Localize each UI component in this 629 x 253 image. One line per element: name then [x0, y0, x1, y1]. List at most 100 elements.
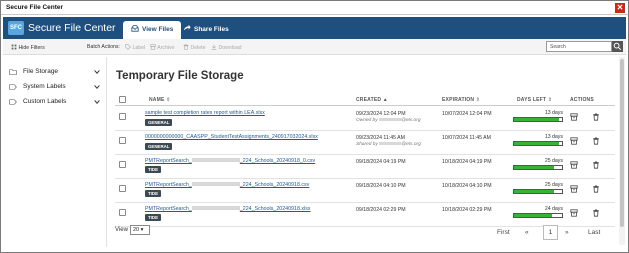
days-left-fill: [514, 142, 559, 145]
expiration-date: 10/07/2024 11:45 AM: [442, 135, 491, 141]
column-created[interactable]: CREATED ▲: [356, 97, 388, 103]
sidebar: File Storage System Labels Custom Labels: [3, 57, 107, 247]
table-row[interactable]: PMTReportSearch_ _224_Schools_20240918.xl…: [115, 203, 615, 227]
row-checkbox[interactable]: [119, 161, 126, 168]
trash-icon[interactable]: [592, 137, 600, 145]
file-name-prefix: PMTReportSearch_: [145, 158, 192, 164]
download-button[interactable]: Download: [211, 44, 242, 51]
days-left-text: 13 days: [544, 110, 563, 116]
sidebar-item-custom-labels[interactable]: Custom Labels: [9, 96, 103, 108]
toolbar: Hide Filters Batch Actions: Label Archiv…: [3, 39, 626, 55]
next-page-button[interactable]: »: [565, 229, 569, 236]
search-button[interactable]: [612, 41, 623, 52]
days-left-bar: [513, 165, 563, 170]
column-name[interactable]: NAME ⇕: [149, 97, 171, 103]
created-date: 09/18/2024 04:10 PM: [356, 183, 406, 189]
redacted-block: [379, 142, 402, 145]
archive-icon[interactable]: [570, 161, 578, 169]
days-left-fill: [514, 190, 554, 193]
trash-icon[interactable]: [592, 185, 600, 193]
archive-icon[interactable]: [570, 185, 578, 193]
row-checkbox[interactable]: [119, 209, 126, 216]
trash-icon[interactable]: [592, 209, 600, 217]
label-icon: [9, 84, 17, 90]
expiration-date: 10/18/2024 02:29 PM: [442, 207, 492, 213]
app-logo: SFC: [8, 21, 24, 35]
tab-share-files[interactable]: Share Files: [175, 21, 237, 39]
tag-icon: [125, 44, 131, 50]
tab-view-files[interactable]: View Files: [123, 21, 182, 39]
file-name-link[interactable]: sample test completion rates report with…: [145, 110, 265, 116]
chevron-down-icon[interactable]: [93, 98, 101, 106]
days-left-text: 25 days: [544, 182, 563, 188]
days-left-fill: [514, 118, 559, 121]
sidebar-item-file-storage[interactable]: File Storage: [9, 66, 103, 78]
days-left-text: 13 days: [544, 134, 563, 140]
tab-label: Share Files: [194, 26, 229, 33]
pagination-footer: View 20 ▾ First « 1 » Last: [115, 225, 615, 245]
row-checkbox[interactable]: [119, 185, 126, 192]
column-days-left[interactable]: DAYS LEFT ⇕: [517, 97, 552, 103]
file-name-link[interactable]: PMTReportSearch_ _224_Schools_20240918.xl…: [145, 206, 311, 212]
days-left-fill: [514, 214, 553, 217]
search-input[interactable]: Search: [546, 41, 612, 52]
table-row[interactable]: sample test completion rates report with…: [115, 107, 615, 131]
sort-icon: ⇕: [475, 97, 481, 103]
days-left-bar: [513, 189, 563, 194]
file-name-prefix: PMTReportSearch_: [145, 182, 192, 188]
current-page-button[interactable]: 1: [543, 225, 558, 240]
redacted-block: [191, 206, 240, 210]
chevron-down-icon[interactable]: [93, 68, 101, 76]
trash-icon[interactable]: [592, 161, 600, 169]
expiration-date: 10/18/2024 04:19 PM: [442, 159, 492, 165]
archive-icon[interactable]: [570, 137, 578, 145]
column-expiration[interactable]: EXPIRATION ⇕: [442, 97, 480, 103]
hide-filters-button[interactable]: Hide Filters: [11, 44, 45, 51]
first-page-button[interactable]: First: [497, 229, 510, 236]
sort-asc-icon: ▲: [382, 97, 388, 103]
tray-icon: [131, 25, 139, 32]
sidebar-item-system-labels[interactable]: System Labels: [9, 81, 103, 93]
trash-icon[interactable]: [592, 113, 600, 121]
delete-button[interactable]: Delete: [183, 44, 205, 51]
table-row[interactable]: 0000000000000_CAASPP_StudentTestAssignme…: [115, 131, 615, 155]
column-days-left-label: DAYS LEFT: [517, 97, 547, 103]
select-all-checkbox[interactable]: [119, 96, 126, 103]
label-button-text: Label: [132, 45, 146, 51]
label-button[interactable]: Label: [125, 44, 145, 51]
label-badge: TIDE: [145, 166, 162, 173]
app-header: SFC Secure File Center View Files Share …: [3, 17, 626, 39]
close-icon[interactable]: ✕: [615, 3, 625, 13]
chevron-down-icon: ▾: [140, 227, 144, 233]
vertical-scrollbar[interactable]: [619, 57, 625, 245]
app-window: Secure File Center ✕ SFC Secure File Cen…: [0, 0, 629, 253]
scrollbar-thumb[interactable]: [620, 59, 624, 227]
owner-prefix: Shared by: [356, 142, 378, 147]
file-name-link[interactable]: PMTReportSearch_ _224_Schools_20240918.cs…: [145, 182, 309, 188]
folder-icon: [9, 69, 17, 75]
chevron-down-icon[interactable]: [93, 83, 101, 91]
archive-button[interactable]: Archive: [150, 44, 174, 51]
share-icon: [183, 24, 191, 31]
file-name-link[interactable]: 0000000000000_CAASPP_StudentTestAssignme…: [145, 134, 318, 140]
trash-icon: [183, 44, 189, 50]
redacted-block: [191, 182, 240, 186]
row-checkbox[interactable]: [119, 113, 126, 120]
table-row[interactable]: PMTReportSearch_ _224_Schools_20240918_0.…: [115, 155, 615, 179]
grid-icon: [11, 44, 17, 50]
prev-page-button[interactable]: «: [525, 229, 529, 236]
page-size-select[interactable]: 20 ▾: [130, 225, 150, 235]
created-date: 09/23/2024 12:04 PM: [356, 111, 406, 117]
file-name-link[interactable]: PMTReportSearch_ _224_Schools_20240918_0.…: [145, 158, 315, 164]
label-badge: GENERAL: [145, 143, 173, 150]
table-row[interactable]: PMTReportSearch_ _224_Schools_20240918.cs…: [115, 179, 615, 203]
expiration-date: 10/07/2024 12:04 PM: [442, 111, 492, 117]
archive-icon[interactable]: [570, 209, 578, 217]
label-badge: GENERAL: [145, 119, 173, 126]
last-page-button[interactable]: Last: [588, 229, 600, 236]
row-checkbox[interactable]: [119, 137, 126, 144]
archive-icon[interactable]: [570, 113, 578, 121]
column-created-label: CREATED: [356, 97, 382, 103]
delete-button-text: Delete: [190, 45, 206, 51]
days-left-text: 24 days: [544, 206, 563, 212]
